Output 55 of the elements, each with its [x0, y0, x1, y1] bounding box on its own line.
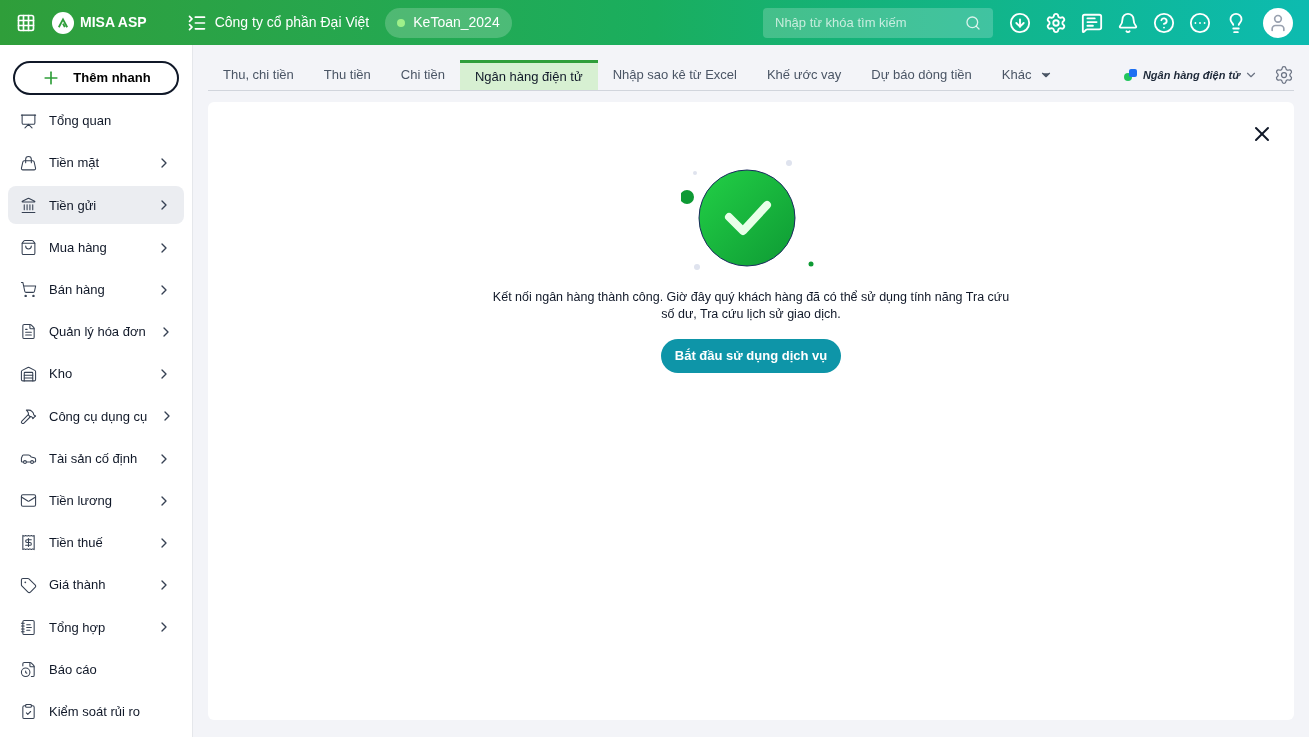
sidebar-item[interactable]: Giá thành — [8, 566, 184, 605]
apps-grid-icon[interactable] — [16, 12, 36, 33]
tab[interactable]: Nhập sao kê từ Excel — [597, 60, 752, 90]
sidebar-item[interactable]: Kiểm soát rủi ro — [8, 692, 184, 731]
sidebar-item[interactable]: Tiền lương — [8, 481, 184, 520]
tab[interactable]: Thu, chi tiền — [208, 60, 309, 90]
brand-name: MISA ASP — [80, 13, 147, 32]
success-message: Kết nối ngân hàng thành công. Giờ đây quý khách hàng đã có thể sử dụng tính năng Tra cứu số dư, Tra cứu lịch sử giao dịch. — [491, 289, 1011, 323]
sidebar-item[interactable]: Quản lý hóa đơn — [8, 312, 184, 351]
tab[interactable]: Dự báo dòng tiền — [856, 60, 987, 90]
sidebar-item[interactable]: Công cụ dụng cụ — [8, 397, 184, 436]
notebook-icon — [20, 618, 37, 636]
tab[interactable]: Thu tiền — [308, 60, 386, 90]
envelope-icon — [20, 492, 37, 510]
more-tabs-dropdown[interactable]: Khác — [986, 60, 1069, 90]
receipt-icon — [20, 534, 37, 552]
tab[interactable]: Ngân hàng điện tử — [459, 60, 598, 90]
sidebar-item[interactable]: Kho — [8, 355, 184, 394]
sidebar-item[interactable]: Tiền mặt — [8, 144, 184, 183]
sidebar-item[interactable]: Tổng quan — [8, 102, 184, 140]
quick-add-button[interactable]: Thêm nhanh — [13, 61, 179, 95]
bank-logo-icon — [1122, 67, 1139, 83]
sidebar-item[interactable]: Mua hàng — [8, 228, 184, 267]
clipboard-check-icon — [20, 703, 37, 721]
help-icon[interactable] — [1153, 11, 1175, 34]
sidebar-item[interactable]: Tài sản cố định — [8, 439, 184, 478]
sidebar-item[interactable]: Bán hàng — [8, 270, 184, 309]
download-icon[interactable] — [1009, 11, 1031, 34]
menu-collapse-icon[interactable] — [186, 12, 207, 33]
tab[interactable]: Khế ước vay — [751, 60, 857, 90]
sidebar-item[interactable]: Tổng hợp — [8, 608, 184, 647]
sidebar-item[interactable]: Báo cáo — [8, 650, 184, 689]
warehouse-icon — [20, 365, 37, 383]
sidebar-item[interactable]: Tiền thuế — [8, 523, 184, 562]
bank-icon — [20, 196, 37, 214]
more-icon[interactable] — [1189, 11, 1211, 34]
start-service-button[interactable]: Bắt đầu sử dụng dịch vụ — [660, 339, 842, 373]
presentation-icon — [20, 112, 37, 130]
search-icon — [965, 14, 981, 31]
chat-icon[interactable] — [1081, 11, 1103, 34]
logo-icon — [52, 11, 74, 34]
bell-icon[interactable] — [1117, 11, 1139, 34]
bank-selector[interactable]: Ngân hàng điện tử — [1122, 60, 1258, 90]
avatar[interactable] — [1263, 7, 1293, 38]
database-name: KeToan_2024 — [413, 13, 500, 32]
sidebar-item[interactable]: Tiền gửi — [8, 186, 184, 225]
document-icon — [20, 323, 37, 341]
hammer-icon — [20, 407, 37, 425]
tag-icon — [20, 576, 37, 594]
bag-icon — [20, 154, 37, 172]
settings-icon[interactable] — [1274, 65, 1294, 85]
tab[interactable]: Chi tiền — [385, 60, 460, 90]
cart-icon — [20, 281, 37, 299]
shopping-bag-icon — [20, 239, 37, 257]
file-clock-icon — [20, 660, 37, 678]
